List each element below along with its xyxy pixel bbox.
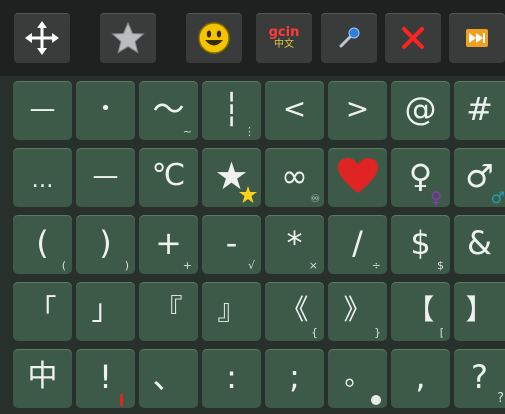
fast-forward-icon [466, 29, 488, 47]
key-sub-label: ÷ [371, 259, 381, 272]
key-semicolon[interactable]: ; [265, 349, 324, 408]
key-em-dash[interactable]: — [13, 81, 72, 140]
gcin-button[interactable]: gcin 中文 [256, 13, 312, 63]
key-label: 中 [27, 358, 58, 394]
key-chinese-mode[interactable]: 中 [13, 349, 72, 408]
key-label: 」 [91, 292, 120, 326]
symbol-keyboard: — • 〜 ~ ┆ ⋮ < > @ # … — ℃ ★ ∞ ♾ ♀ ♀ ♂ ♂ … [0, 78, 505, 414]
key-female-sign[interactable]: ♀ ♀ [391, 148, 450, 207]
key-label: & [467, 223, 492, 262]
key-male-sign[interactable]: ♂ ♂ [454, 148, 505, 207]
key-ampersand[interactable]: & [454, 215, 505, 274]
move-keyboard-button[interactable] [14, 13, 70, 63]
key-left-white-corner-bracket[interactable]: 『 [139, 282, 198, 341]
close-keyboard-button[interactable] [385, 13, 441, 63]
key-left-black-lenticular-bracket[interactable]: 【 [ [391, 282, 450, 341]
key-sub-label: √ [247, 259, 255, 272]
key-left-double-angle-bracket[interactable]: 《 { [265, 282, 324, 341]
key-sub-label: ( [61, 259, 66, 272]
voice-input-button[interactable] [321, 13, 377, 63]
key-sub-label: $ [437, 259, 444, 272]
key-label: ℃ [151, 157, 186, 193]
key-sub-label: × [308, 259, 318, 272]
key-dashed-bar[interactable]: ┆ ⋮ [202, 81, 261, 140]
key-label: 、 [152, 357, 185, 396]
heart-icon [338, 158, 378, 193]
key-colon[interactable]: : [202, 349, 261, 408]
key-horizontal-bar[interactable]: — [76, 148, 135, 207]
key-slash[interactable]: / ÷ [328, 215, 387, 274]
key-label: 】 [465, 292, 494, 326]
key-sub-label: ♂ [490, 188, 505, 207]
key-label: • [100, 97, 111, 119]
emoji-button[interactable] [186, 13, 242, 63]
close-icon [402, 27, 424, 49]
full-stop-sub-dot [371, 395, 381, 405]
key-wave-dash[interactable]: 〜 ~ [139, 81, 198, 140]
microphone-icon [339, 27, 360, 48]
key-label: … [31, 167, 54, 193]
key-sub-label: ? [497, 391, 504, 406]
key-minus[interactable]: - √ [202, 215, 261, 274]
key-right-corner-bracket[interactable]: 」 [76, 282, 135, 341]
key-black-star[interactable]: ★ [202, 148, 261, 207]
key-sub-label: ⋮ [244, 125, 255, 138]
key-label: 』 [217, 292, 246, 326]
key-ellipsis[interactable]: … [13, 148, 72, 207]
key-label: : [226, 357, 237, 396]
key-label: @ [404, 89, 437, 128]
star-icon [111, 21, 145, 54]
key-dollar[interactable]: $ $ [391, 215, 450, 274]
key-left-paren[interactable]: ( ( [13, 215, 72, 274]
key-label: ! [99, 357, 112, 396]
next-page-button[interactable] [449, 13, 505, 63]
toolbar: gcin 中文 [0, 0, 505, 76]
key-greater-than[interactable]: > [328, 81, 387, 140]
key-label: 「 [28, 292, 57, 326]
key-infinity[interactable]: ∞ ♾ [265, 148, 324, 207]
key-label: , [415, 357, 426, 396]
key-bullet[interactable]: • [76, 81, 135, 140]
key-right-double-angle-bracket[interactable]: 》 } [328, 282, 387, 341]
key-ideographic-full-stop[interactable]: 。 [328, 349, 387, 408]
key-question[interactable]: ? ? [454, 349, 505, 408]
gcin-label: gcin [268, 25, 300, 40]
key-label: 『 [154, 292, 183, 326]
key-label: ; [289, 357, 300, 396]
key-comma[interactable]: , [391, 349, 450, 408]
gcin-icon: gcin 中文 [269, 26, 300, 50]
key-label: — [92, 160, 119, 191]
key-label: — [29, 93, 56, 124]
key-sub-label: ♾ [310, 192, 320, 205]
key-sub-label: + [182, 259, 192, 272]
key-right-paren[interactable]: ) ) [76, 215, 135, 274]
key-at[interactable]: @ [391, 81, 450, 140]
key-label: < [282, 91, 307, 125]
key-ideographic-comma[interactable]: 、 [139, 349, 198, 408]
key-sub-label: { [311, 326, 318, 339]
sparkle-star-icon [239, 186, 257, 203]
smiley-icon [198, 22, 230, 54]
exclamation-sub-mark [120, 394, 123, 406]
gcin-sub-label: 中文 [273, 39, 294, 50]
key-sub-label: } [374, 326, 381, 339]
key-heart[interactable] [328, 148, 387, 207]
key-exclamation[interactable]: ! [76, 349, 135, 408]
key-sub-label: ) [124, 259, 129, 272]
key-asterisk[interactable]: * × [265, 215, 324, 274]
key-plus[interactable]: + + [139, 215, 198, 274]
key-celsius[interactable]: ℃ [139, 148, 198, 207]
key-hash[interactable]: # [454, 81, 505, 140]
key-less-than[interactable]: < [265, 81, 324, 140]
key-right-white-corner-bracket[interactable]: 』 [202, 282, 261, 341]
move-arrows-icon [25, 21, 59, 55]
key-right-black-lenticular-bracket[interactable]: 】 [454, 282, 505, 341]
key-label: > [345, 91, 370, 125]
key-sub-label: ~ [182, 125, 192, 138]
key-label: # [466, 89, 493, 128]
favorites-button[interactable] [100, 13, 156, 63]
key-sub-label: ♀ [430, 188, 442, 207]
key-sub-label: [ [439, 326, 444, 339]
key-left-corner-bracket[interactable]: 「 [13, 282, 72, 341]
